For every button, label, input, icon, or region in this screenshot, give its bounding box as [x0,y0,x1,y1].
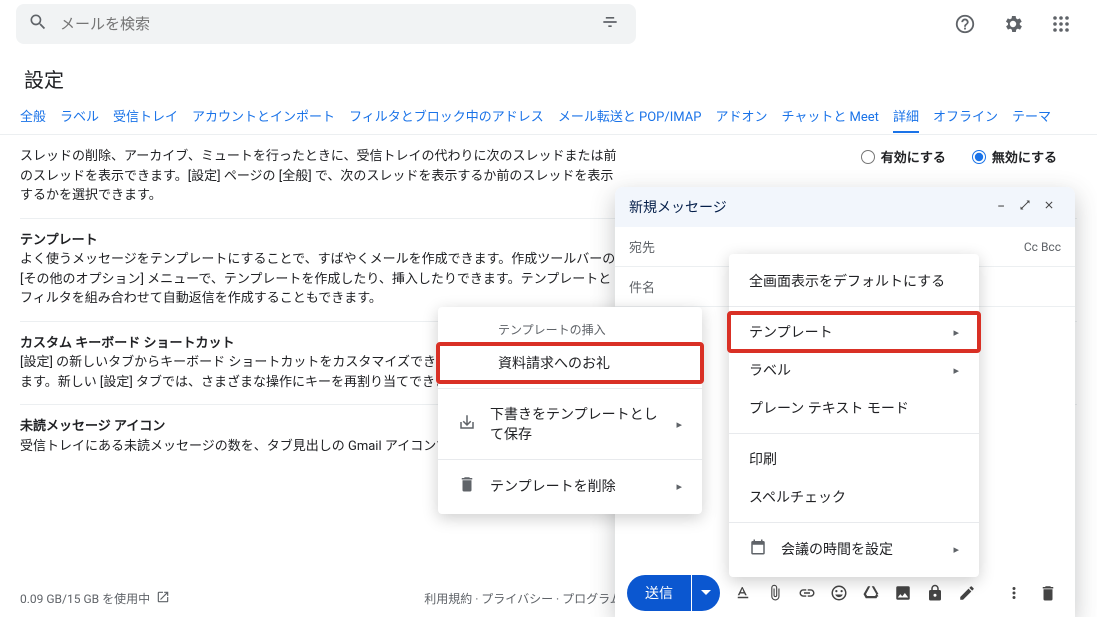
attach-icon[interactable] [760,578,790,608]
emoji-icon[interactable] [824,578,854,608]
menu-fullscreen[interactable]: 全画面表示をデフォルトにする [729,262,979,300]
open-in-new-icon[interactable] [156,590,170,607]
template-save-draft[interactable]: 下書きをテンプレートとして保存 [438,395,702,453]
tab-forwarding[interactable]: メール転送と POP/IMAP [558,105,702,131]
tab-themes[interactable]: テーマ [1012,105,1051,131]
discard-icon[interactable] [1033,578,1063,608]
menu-separator [438,459,702,460]
search-input[interactable] [60,16,600,33]
compose-minimize-icon[interactable]: − [989,199,1013,215]
menu-plaintext[interactable]: プレーン テキスト モード [729,389,979,427]
compose-header: 新規メッセージ − [615,187,1075,227]
tab-filters[interactable]: フィルタとブロック中のアドレス [349,105,544,131]
calendar-icon [749,538,767,560]
radio-enable[interactable]: 有効にする [861,147,946,166]
compose-popout-icon[interactable] [1013,199,1037,215]
format-icon[interactable] [728,578,758,608]
search-filter-icon[interactable] [600,12,620,36]
menu-schedule[interactable]: 会議の時間を設定 [729,529,979,569]
confidential-icon[interactable] [920,578,950,608]
tab-general[interactable]: 全般 [20,105,46,131]
more-options-icon[interactable] [999,578,1029,608]
search-box[interactable] [16,4,636,44]
apps-icon[interactable] [1041,4,1081,44]
template-save-label: 下書きをテンプレートとして保存 [490,404,662,444]
save-icon [458,413,476,435]
menu-separator [729,306,979,307]
compose-close-icon[interactable] [1037,199,1061,215]
cc-button[interactable]: Cc [1024,240,1038,254]
templates-submenu: テンプレートの挿入 資料請求へのお礼 下書きをテンプレートとして保存 テンプレー… [438,307,702,514]
setting-templates-desc: よく使うメッセージをテンプレートにすることで、すばやくメールを作成できます。作成… [20,252,615,306]
top-icons [945,4,1081,44]
top-bar [0,0,1097,48]
menu-print[interactable]: 印刷 [729,440,979,478]
menu-separator [438,388,702,389]
menu-label[interactable]: ラベル [729,351,979,389]
submenu-heading: テンプレートの挿入 [438,315,702,344]
tab-chat[interactable]: チャットと Meet [781,105,878,131]
compose-title: 新規メッセージ [629,197,989,217]
tab-accounts[interactable]: アカウントとインポート [192,105,335,131]
setting-auto-advance-desc: スレッドの削除、アーカイブ、ミュートを行ったときに、受信トレイの代わりに次のスレ… [20,147,620,206]
setting-unread-title: 未読メッセージ アイコン [20,419,165,434]
send-options-dropdown[interactable] [692,575,720,611]
menu-schedule-label: 会議の時間を設定 [781,539,893,559]
bcc-button[interactable]: Bcc [1041,240,1061,254]
radio-disable[interactable]: 無効にする [972,147,1057,166]
drive-icon[interactable] [856,578,886,608]
menu-separator [729,433,979,434]
storage-text: 0.09 GB/15 GB を使用中 [20,590,150,607]
subject-label: 件名 [629,277,655,296]
send-button[interactable]: 送信 [627,575,691,611]
delete-icon [458,475,476,497]
tab-offline[interactable]: オフライン [933,105,998,131]
menu-templates[interactable]: テンプレート [729,313,979,351]
template-delete[interactable]: テンプレートを削除 [438,466,702,506]
tab-inbox[interactable]: 受信トレイ [113,105,178,131]
search-icon [28,12,48,36]
template-insert-item[interactable]: 資料請求へのお礼 [438,344,702,382]
signature-icon[interactable] [952,578,982,608]
tab-addons[interactable]: アドオン [715,105,767,131]
settings-tabs: 全般 ラベル 受信トレイ アカウントとインポート フィルタとブロック中のアドレス… [0,105,1097,135]
tab-advanced[interactable]: 詳細 [893,105,919,133]
tab-labels[interactable]: ラベル [60,105,99,131]
link-icon[interactable] [792,578,822,608]
compose-more-menu: 全画面表示をデフォルトにする テンプレート ラベル プレーン テキスト モード … [729,254,979,577]
menu-spellcheck[interactable]: スペルチェック [729,478,979,516]
template-delete-label: テンプレートを削除 [490,476,616,496]
to-label: 宛先 [629,237,655,256]
send-button-group: 送信 [627,575,720,611]
image-icon[interactable] [888,578,918,608]
help-icon[interactable] [945,4,985,44]
setting-templates-title: テンプレート [20,233,98,248]
settings-gear-icon[interactable] [993,4,1033,44]
menu-separator [729,522,979,523]
page-title: 設定 [0,48,1097,105]
setting-keyboard-title: カスタム キーボード ショートカット [20,336,234,351]
